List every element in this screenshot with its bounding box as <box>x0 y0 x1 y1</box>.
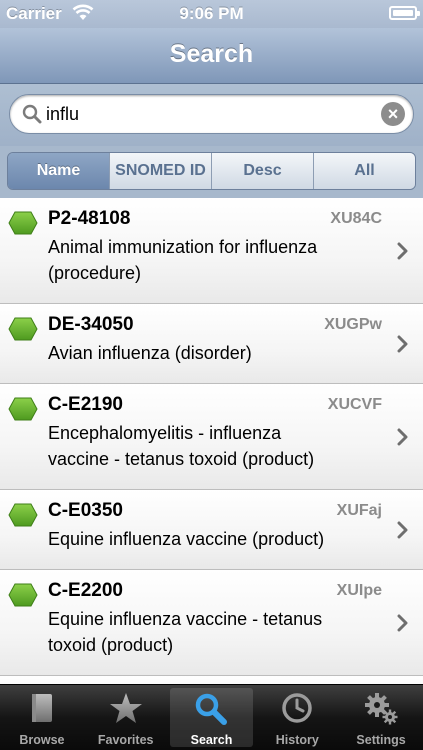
clear-search-icon[interactable]: × <box>381 102 405 126</box>
results-list: P2-48108 XU84C Animal immunization for i… <box>0 198 423 684</box>
result-row[interactable]: P2-48108 XU84C Animal immunization for i… <box>0 198 423 304</box>
star-icon <box>109 692 143 727</box>
segment-snomed-id[interactable]: SNOMED ID <box>109 153 211 189</box>
status-hexagon-icon <box>8 317 38 341</box>
result-concept-id: XU84C <box>330 210 382 227</box>
result-description-line-2: toxoid (product) <box>48 635 174 655</box>
result-code: DE-34050 <box>48 314 134 335</box>
segment-name[interactable]: Name <box>8 153 109 189</box>
clock-icon <box>281 692 313 727</box>
result-concept-id: XUFaj <box>336 502 382 519</box>
magnifier-icon <box>22 104 42 129</box>
result-row[interactable]: C-E2200 XUIpe Equine influenza vaccine -… <box>0 570 423 676</box>
result-description-line-1: Equine influenza vaccine - tetanus <box>48 609 323 629</box>
tab-bar: Browse Favorites Search History Settings <box>0 684 423 750</box>
result-code: C-E2200 <box>48 580 123 601</box>
tab-search[interactable]: Search <box>169 688 254 747</box>
chevron-right-icon <box>397 335 409 358</box>
search-icon <box>194 692 228 729</box>
tab-favorites[interactable]: Favorites <box>84 685 168 750</box>
status-hexagon-icon <box>8 583 38 607</box>
result-description-line-2: (procedure) <box>48 263 142 283</box>
chevron-right-icon <box>397 242 409 265</box>
gear-icon <box>363 692 399 729</box>
navigation-bar: Search <box>0 28 423 84</box>
chevron-right-icon <box>397 521 409 544</box>
result-concept-id: XUIpe <box>336 582 382 599</box>
search-field[interactable]: × <box>9 94 414 134</box>
tab-settings-label: Settings <box>356 733 406 747</box>
status-time: 9:06 PM <box>179 4 244 23</box>
scope-bar: Name SNOMED ID Desc All <box>0 146 423 198</box>
result-row-partial[interactable] <box>0 676 423 684</box>
chevron-right-icon <box>397 614 409 637</box>
search-bar: × <box>0 84 423 146</box>
result-row[interactable]: C-E0350 XUFaj Equine influenza vaccine (… <box>0 490 423 570</box>
tab-browse-label: Browse <box>19 733 65 747</box>
search-scope-segmented-control: Name SNOMED ID Desc All <box>7 152 416 190</box>
result-code: C-E0350 <box>48 500 123 521</box>
segment-desc[interactable]: Desc <box>211 153 313 189</box>
result-description-line-1: Avian influenza (disorder) <box>48 343 252 363</box>
result-row[interactable]: DE-34050 XUGPw Avian influenza (disorder… <box>0 304 423 384</box>
result-description-line-1: Animal immunization for influenza <box>48 237 318 257</box>
tab-history[interactable]: History <box>255 685 339 750</box>
result-concept-id: XUCVF <box>327 396 382 413</box>
result-row[interactable]: C-E2190 XUCVF Encephalomyelitis - influe… <box>0 384 423 490</box>
tab-browse[interactable]: Browse <box>0 685 84 750</box>
status-hexagon-icon <box>8 397 38 421</box>
result-code: C-E2190 <box>48 394 123 415</box>
status-bar: Carrier 9:06 PM <box>0 0 423 28</box>
result-code: P2-48108 <box>48 208 131 229</box>
search-input[interactable] <box>46 95 376 133</box>
tab-settings[interactable]: Settings <box>339 685 423 750</box>
result-description-line-1: Encephalomyelitis - influenza <box>48 423 282 443</box>
tab-favorites-label: Favorites <box>97 733 154 747</box>
segment-all[interactable]: All <box>313 153 415 189</box>
chevron-right-icon <box>397 428 409 451</box>
result-concept-id: XUGPw <box>324 316 382 333</box>
status-hexagon-icon <box>8 503 38 527</box>
result-description-line-2: vaccine - tetanus toxoid (product) <box>48 449 315 469</box>
page-title: Search <box>169 40 254 68</box>
tab-search-label: Search <box>190 733 233 747</box>
book-icon <box>27 692 57 727</box>
result-description-line-1: Equine influenza vaccine (product) <box>48 529 325 549</box>
status-hexagon-icon <box>8 211 38 235</box>
battery-icon <box>389 6 420 20</box>
tab-history-label: History <box>275 733 319 747</box>
